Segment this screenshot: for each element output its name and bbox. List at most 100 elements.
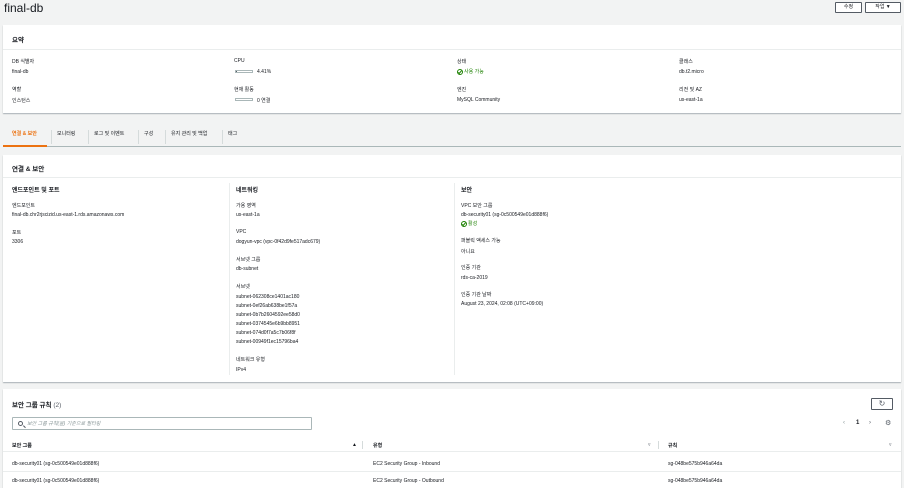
tab-monitoring[interactable]: 모니터링 — [51, 130, 80, 144]
check-circle-icon — [457, 68, 463, 75]
az-value: us-east-1a — [236, 212, 260, 218]
activity-bar — [235, 98, 253, 101]
divider — [3, 177, 901, 178]
subnet-link[interactable]: subnet-00949f1ec15796ba4 — [236, 339, 298, 345]
ca-value: rds-ca-2019 — [461, 275, 488, 281]
table-row: db-security01 (sg-0c500549e01d888f6) EC2… — [3, 473, 901, 488]
class-value: db.t2.micro — [679, 69, 704, 75]
prev-page-icon[interactable]: ‹ — [843, 420, 845, 426]
actions-dropdown-button[interactable]: 작업 ▼ — [865, 2, 901, 13]
connectivity-title: 연결 & 보안 — [12, 166, 45, 173]
vpc-sg-status: 활성 — [468, 221, 478, 227]
column-divider — [454, 183, 455, 375]
vpc-link[interactable]: dogyun-vpc (vpc-0f42d9fe517adc679) — [236, 239, 320, 245]
tab-logs-events[interactable]: 로그 및 이벤트 — [88, 130, 129, 144]
column-divider[interactable] — [362, 441, 363, 449]
subnet-link[interactable]: subnet-0b7b2604592ee58d0 — [236, 312, 300, 318]
sg-rules-table-header: 보안 그룹 ▲ 유형 ▿ 규칙 ▿ — [3, 439, 901, 452]
rule-type: EC2 Security Group - Inbound — [373, 461, 440, 467]
active-tab-indicator — [3, 145, 47, 147]
sort-icon[interactable]: ▿ — [648, 442, 651, 448]
activity-value: 0 연결 — [257, 98, 271, 104]
subnet-link[interactable]: subnet-062308ce1401ac180 — [236, 294, 299, 300]
refresh-button[interactable]: ↻ — [871, 398, 893, 410]
status-badge: 사용 가능 — [457, 68, 484, 75]
public-access-value: 아니요 — [461, 249, 475, 255]
vpc-sg-label: VPC 보안 그룹 — [461, 203, 493, 209]
subnet-link[interactable]: subnet-0374545e6b9bb8951 — [236, 321, 300, 327]
next-page-icon[interactable]: › — [869, 420, 871, 426]
vpc-sg-status-badge: 활성 — [461, 220, 477, 227]
tab-configuration[interactable]: 구성 — [138, 130, 158, 144]
security-group-link[interactable]: db-security01 (sg-0c500549e01d888f6) — [12, 461, 99, 467]
sort-icon[interactable]: ▿ — [889, 442, 892, 448]
tab-tags[interactable]: 태그 — [222, 130, 242, 144]
rule-value: sg-048be575b946a64da — [668, 461, 723, 467]
port-label: 포트 — [12, 230, 22, 236]
column-header-rule[interactable]: 규칙 — [668, 442, 677, 449]
security-group-link[interactable]: db-security01 (sg-0c500549e01d888f6) — [12, 478, 99, 484]
cpu-bar — [235, 70, 253, 73]
subnets-label: 서브넷 — [236, 284, 250, 290]
connectivity-security-panel: 연결 & 보안 엔드포인트 및 포트 엔드포인트 final-db.chr2rj… — [3, 155, 901, 382]
table-row: db-security01 (sg-0c500549e01d888f6) EC2… — [3, 456, 901, 472]
ca-date-value: August 23, 2024, 02:08 (UTC+09:00) — [461, 301, 544, 307]
column-header-security-group[interactable]: 보안 그룹 — [12, 442, 32, 449]
cpu-label: CPU — [234, 58, 245, 64]
security-group-rules-panel: 보안 그룹 규칙 (2) ↻ ‹ 1 › ⚙ 보안 그룹 ▲ 유형 ▿ 규칙 ▿… — [3, 389, 901, 488]
port-value: 3306 — [12, 239, 24, 245]
gear-icon[interactable]: ⚙ — [885, 419, 891, 427]
tab-connectivity-security[interactable]: 연결 & 보안 — [7, 130, 42, 144]
rule-value: sg-048be575b946a64da — [668, 478, 723, 484]
engine-label: 엔진 — [457, 87, 467, 93]
subnet-link[interactable]: subnet-0ef26ab638be1f57a — [236, 303, 297, 309]
vpc-sg-link[interactable]: db-security01 (sg-0c500549e01d888f6) — [461, 212, 548, 218]
region-value: us-east-1a — [679, 97, 703, 103]
db-id-label: DB 식별자 — [12, 59, 35, 65]
tab-maintenance-backups[interactable]: 유지 관리 및 백업 — [165, 130, 212, 144]
sg-rules-count: (2) — [53, 402, 62, 409]
rule-type: EC2 Security Group - Outbound — [373, 478, 444, 484]
summary-title: 요약 — [12, 37, 24, 44]
public-access-label: 퍼블릭 액세스 가능 — [461, 238, 501, 244]
subnet-link[interactable]: subnet-074d0f7a5c7b06f8f — [236, 330, 296, 336]
sg-rules-search[interactable] — [12, 417, 312, 430]
endpoint-label: 엔드포인트 — [12, 203, 36, 209]
page-number[interactable]: 1 — [856, 420, 859, 426]
sg-rules-search-input[interactable] — [27, 418, 307, 429]
subnet-group-value: db-subnet — [236, 266, 259, 272]
ca-label: 인증 기관 — [461, 265, 481, 271]
sg-rules-title: 보안 그룹 규칙 (2) — [12, 399, 61, 409]
ca-date-label: 인증 기관 날짜 — [461, 292, 492, 298]
endpoint-port-title: 엔드포인트 및 포트 — [12, 188, 60, 194]
edit-button[interactable]: 수정 — [835, 2, 862, 13]
column-header-type[interactable]: 유형 — [373, 442, 382, 449]
sort-asc-icon[interactable]: ▲ — [352, 442, 357, 448]
summary-panel: 요약 DB 식별자 final-db CPU 4.41% 상태 사용 가능 클래… — [3, 25, 901, 113]
page-title: final-db — [4, 1, 44, 15]
status-value: 사용 가능 — [464, 69, 484, 75]
network-type-value: IPv4 — [236, 367, 247, 373]
search-icon — [18, 421, 23, 426]
activity-label: 현재 활동 — [234, 87, 254, 93]
class-label: 클래스 — [679, 59, 693, 65]
column-divider[interactable] — [658, 441, 659, 449]
sg-rules-title-text: 보안 그룹 규칙 — [12, 402, 52, 409]
cpu-value: 4.41% — [257, 69, 272, 75]
cpu-bar-fill — [236, 71, 237, 72]
networking-title: 네트워킹 — [236, 188, 259, 194]
endpoint-value: final-db.chr2rjscizid.us-east-1.rds.amaz… — [12, 212, 125, 218]
status-label: 상태 — [457, 59, 467, 65]
db-id-value: final-db — [12, 69, 29, 75]
az-label: 가용 영역 — [236, 203, 256, 209]
subnet-group-label: 서브넷 그룹 — [236, 257, 261, 263]
divider — [3, 49, 901, 50]
security-title: 보안 — [461, 188, 473, 194]
column-divider — [229, 183, 230, 375]
check-circle-icon — [461, 220, 467, 227]
network-type-label: 네트워크 유형 — [236, 357, 265, 363]
vpc-label: VPC — [236, 229, 247, 235]
tab-bar: 연결 & 보안 모니터링 로그 및 이벤트 구성 유지 관리 및 백업 태그 — [3, 127, 901, 147]
role-value: 인스턴스 — [12, 98, 31, 104]
role-label: 역할 — [12, 87, 22, 93]
